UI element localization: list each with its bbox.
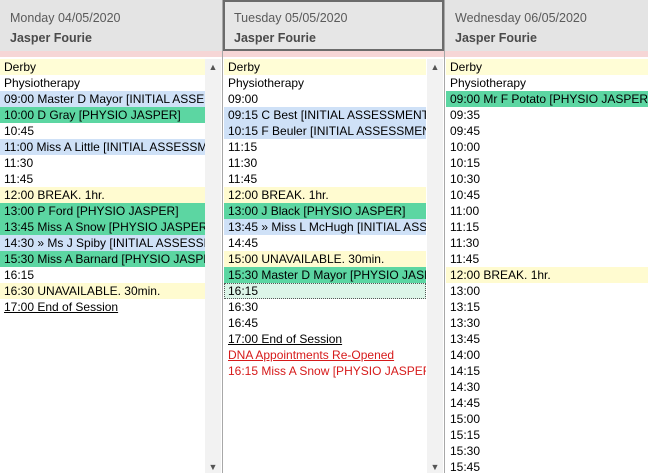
vertical-scrollbar[interactable]: ▲ ▼: [427, 59, 443, 473]
time-slot[interactable]: 10:00: [446, 139, 648, 155]
time-slot[interactable]: 14:00: [446, 347, 648, 363]
time-slot[interactable]: 13:30: [446, 315, 648, 331]
scroll-down-arrow-icon[interactable]: ▼: [427, 461, 443, 473]
appointment-slot[interactable]: 13:45 » Miss L McHugh [INITIAL ASSESSMEN…: [224, 219, 426, 235]
slot-list: Derby Physiotherapy 09:00 09:15 C Best [INI…: [224, 59, 426, 379]
scroll-up-arrow-icon[interactable]: ▲: [205, 61, 221, 73]
time-slot[interactable]: Physiotherapy: [224, 75, 426, 91]
break-slot[interactable]: 12:00 BREAK. 1hr.: [446, 267, 648, 283]
day-column-tuesday: Tuesday 05/05/2020 Jasper Fourie Derby Ph…: [223, 0, 444, 473]
time-slot[interactable]: 11:00: [446, 203, 648, 219]
slot-list: Derby Physiotherapy 09:00 Master D Mayor […: [0, 59, 205, 315]
dna-reopened-link[interactable]: DNA Appointments Re-Opened: [224, 347, 426, 363]
day-date: Monday 04/05/2020: [10, 11, 121, 25]
break-slot[interactable]: 12:00 BREAK. 1hr.: [0, 187, 205, 203]
time-slot[interactable]: 10:45: [0, 123, 205, 139]
appointment-slot[interactable]: 09:00 Master D Mayor [INITIAL ASSESSMENT…: [0, 91, 205, 107]
header-strip: [223, 51, 444, 57]
time-slot[interactable]: 10:15: [446, 155, 648, 171]
day-column-wednesday: Wednesday 06/05/2020 Jasper Fourie Derby…: [445, 0, 648, 475]
time-slot[interactable]: 09:00: [224, 91, 426, 107]
time-slot[interactable]: 15:00: [446, 411, 648, 427]
day-header-selected[interactable]: Tuesday 05/05/2020 Jasper Fourie: [223, 0, 444, 51]
time-slot[interactable]: 11:45: [224, 171, 426, 187]
time-slot[interactable]: 11:45: [446, 251, 648, 267]
appointment-slot[interactable]: 10:00 D Gray [PHYSIO JASPER]: [0, 107, 205, 123]
time-slot[interactable]: 15:15: [446, 427, 648, 443]
appointment-slot[interactable]: 15:30 Miss A Barnard [PHYSIO JASPER]: [0, 251, 205, 267]
end-of-session-link[interactable]: 17:00 End of Session: [0, 299, 205, 315]
time-slot[interactable]: 11:15: [224, 139, 426, 155]
appointment-slot[interactable]: 10:15 F Beuler [INITIAL ASSESSMENT]: [224, 123, 426, 139]
day-header[interactable]: Monday 04/05/2020 Jasper Fourie: [0, 0, 222, 51]
time-slot[interactable]: 10:45: [446, 187, 648, 203]
appointment-slot[interactable]: 13:00 P Ford [PHYSIO JASPER]: [0, 203, 205, 219]
slot-list: Derby Physiotherapy 09:00 Mr F Potato [PHY…: [446, 59, 648, 475]
appointment-slot[interactable]: 13:00 J Black [PHYSIO JASPER]: [224, 203, 426, 219]
location-row[interactable]: Derby: [446, 59, 648, 75]
time-slot[interactable]: 14:45: [446, 395, 648, 411]
break-slot[interactable]: 15:00 UNAVAILABLE. 30min.: [224, 251, 426, 267]
time-slot[interactable]: 14:45: [224, 235, 426, 251]
time-slot[interactable]: Physiotherapy: [0, 75, 205, 91]
header-strip: [445, 51, 648, 57]
day-date: Wednesday 06/05/2020: [455, 11, 587, 25]
day-column-monday: Monday 04/05/2020 Jasper Fourie Derby Phy…: [0, 0, 222, 473]
time-slot[interactable]: 09:45: [446, 123, 648, 139]
clinician-name: Jasper Fourie: [10, 31, 92, 45]
time-slot[interactable]: 15:30: [446, 443, 648, 459]
time-slot[interactable]: 14:15: [446, 363, 648, 379]
time-slot[interactable]: 11:45: [0, 171, 205, 187]
time-slot[interactable]: 10:30: [446, 171, 648, 187]
break-slot[interactable]: 12:00 BREAK. 1hr.: [224, 187, 426, 203]
time-slot[interactable]: 11:30: [0, 155, 205, 171]
time-slot[interactable]: 11:15: [446, 219, 648, 235]
clinician-name: Jasper Fourie: [234, 31, 316, 45]
time-slot[interactable]: 14:30: [446, 379, 648, 395]
time-slot[interactable]: 16:45: [224, 315, 426, 331]
header-strip: [0, 51, 222, 57]
location-row[interactable]: Derby: [224, 59, 426, 75]
break-slot[interactable]: 16:30 UNAVAILABLE. 30min.: [0, 283, 205, 299]
appointment-slot[interactable]: 09:15 C Best [INITIAL ASSESSMENT]: [224, 107, 426, 123]
appointment-slot[interactable]: 13:45 Miss A Snow [PHYSIO JASPER]: [0, 219, 205, 235]
time-slot[interactable]: Physiotherapy: [446, 75, 648, 91]
location-row[interactable]: Derby: [0, 59, 205, 75]
appointment-slot[interactable]: 15:30 Master D Mayor [PHYSIO JASPER]: [224, 267, 426, 283]
appointment-slot[interactable]: 09:00 Mr F Potato [PHYSIO JASPER]: [446, 91, 648, 107]
appointment-slot[interactable]: 14:30 » Ms J Spiby [INITIAL ASSESSMENT]: [0, 235, 205, 251]
time-slot[interactable]: 11:30: [224, 155, 426, 171]
appointment-slot[interactable]: 11:00 Miss A Little [INITIAL ASSESSMENT]: [0, 139, 205, 155]
scroll-down-arrow-icon[interactable]: ▼: [205, 461, 221, 473]
day-date: Tuesday 05/05/2020: [234, 11, 348, 25]
time-slot-selected[interactable]: 16:15: [224, 283, 426, 299]
time-slot[interactable]: 16:30: [224, 299, 426, 315]
time-slot[interactable]: 16:15: [0, 267, 205, 283]
scroll-up-arrow-icon[interactable]: ▲: [427, 61, 443, 73]
vertical-scrollbar[interactable]: ▲ ▼: [205, 59, 221, 473]
end-of-session-link[interactable]: 17:00 End of Session: [224, 331, 426, 347]
time-slot[interactable]: 13:15: [446, 299, 648, 315]
day-header[interactable]: Wednesday 06/05/2020 Jasper Fourie: [445, 0, 648, 51]
clinician-name: Jasper Fourie: [455, 31, 537, 45]
time-slot[interactable]: 09:35: [446, 107, 648, 123]
dna-appointment-slot[interactable]: 16:15 Miss A Snow [PHYSIO JASPER]: [224, 363, 426, 379]
time-slot[interactable]: 13:45: [446, 331, 648, 347]
time-slot[interactable]: 13:00: [446, 283, 648, 299]
time-slot[interactable]: 11:30: [446, 235, 648, 251]
